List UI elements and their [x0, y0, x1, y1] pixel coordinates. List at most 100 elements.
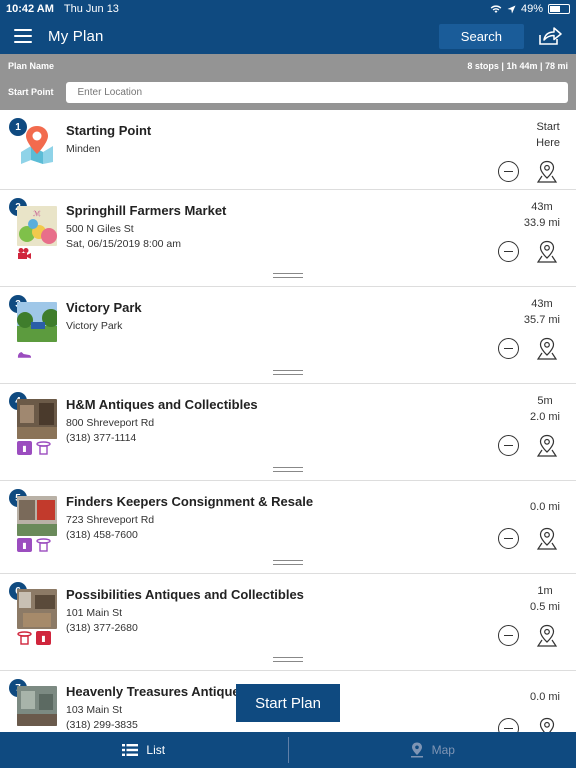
- map-pin-icon[interactable]: [536, 434, 558, 458]
- travel-time: 43m: [531, 201, 553, 213]
- stop-name: Victory Park: [66, 300, 142, 315]
- drag-handle[interactable]: [273, 273, 303, 278]
- stop-distance: 43m 33.9 mi: [524, 199, 560, 231]
- svg-text:ℳ: ℳ: [33, 210, 41, 218]
- stop-detail: Minden: [66, 143, 101, 155]
- park-photo: [17, 302, 57, 342]
- stop-address: 103 Main St: [66, 704, 123, 716]
- plan-info-bar: Plan Name 8 stops | 1h 44m | 78 mi Start…: [0, 54, 576, 110]
- travel-time: 43m: [531, 298, 553, 310]
- start-location-input[interactable]: [65, 81, 568, 103]
- shopping-bag-icon: ▮: [17, 441, 32, 455]
- stop-distance: 5m 2.0 mi: [530, 393, 560, 425]
- map-pin-icon[interactable]: [536, 337, 558, 361]
- location-arrow-icon: [507, 5, 516, 13]
- map-pin-icon[interactable]: [536, 160, 558, 184]
- stop-distance: 43m 35.7 mi: [524, 296, 560, 328]
- travel-distance: 0.0 mi: [530, 501, 560, 513]
- stop-item[interactable]: 1 Starting Point Minden Start Here: [0, 110, 576, 190]
- sneaker-icon: [17, 347, 32, 361]
- shopping-bag-icon: ▮: [36, 631, 51, 645]
- start-plan-button[interactable]: Start Plan: [236, 684, 340, 722]
- hamburger-menu-icon[interactable]: [14, 29, 32, 43]
- remove-stop-button[interactable]: [498, 241, 519, 262]
- drag-handle[interactable]: [273, 370, 303, 375]
- stop-name: Heavenly Treasures Antiques: [66, 684, 247, 699]
- drag-handle[interactable]: [273, 657, 303, 662]
- stop-distance: 0.0 mi: [530, 689, 560, 705]
- map-pin-icon[interactable]: [536, 527, 558, 551]
- map-location-icon: [21, 126, 53, 164]
- stop-name: H&M Antiques and Collectibles: [66, 397, 258, 412]
- stop-item[interactable]: 3 Victory Park Victory Park 43m 35.7 mi: [0, 287, 576, 384]
- battery-fill: [550, 6, 560, 12]
- start-point-label: Start Point: [8, 87, 54, 97]
- category-icons: [17, 247, 32, 261]
- video-camera-icon: [17, 247, 32, 261]
- map-pin-icon[interactable]: [536, 624, 558, 648]
- category-icons: ▮: [17, 538, 51, 552]
- tab-map-label: Map: [431, 743, 455, 757]
- tab-map[interactable]: Map: [289, 732, 576, 768]
- travel-time: 5m: [537, 395, 553, 407]
- map-pin-icon[interactable]: [536, 240, 558, 264]
- status-right: 49%: [490, 3, 570, 15]
- travel-distance: 0.0 mi: [530, 691, 560, 703]
- drag-handle[interactable]: [273, 560, 303, 565]
- treasures-store-photo: [17, 686, 57, 726]
- stop-item[interactable]: 5 ▮ Finders Keepers Consignment & Resale…: [0, 481, 576, 574]
- vintage-ring-icon: [17, 631, 32, 645]
- stop-phone: (318) 377-2680: [66, 622, 138, 634]
- stops-list[interactable]: 1 Starting Point Minden Start Here 2 ℳ: [0, 110, 576, 732]
- plan-name-label: Plan Name: [8, 61, 55, 71]
- tab-list[interactable]: List: [0, 732, 288, 768]
- stop-phone: (318) 458-7600: [66, 529, 138, 541]
- antiques-store-photo: [17, 399, 57, 439]
- stop-address: Victory Park: [66, 320, 123, 332]
- stop-name: Springhill Farmers Market: [66, 203, 227, 218]
- remove-stop-button[interactable]: [498, 435, 519, 456]
- stop-item[interactable]: 4 ▮ H&M Antiques and Collectibles 800 Sh…: [0, 384, 576, 481]
- top-nav-bar: My Plan Search: [0, 18, 576, 54]
- battery-percent: 49%: [520, 3, 543, 15]
- remove-stop-button[interactable]: [498, 528, 519, 549]
- stop-phone: (318) 377-1114: [66, 432, 137, 444]
- stop-address: 800 Shreveport Rd: [66, 417, 155, 429]
- stop-distance: Start Here: [536, 119, 560, 151]
- remove-stop-button[interactable]: [498, 625, 519, 646]
- stop-phone: (318) 299-3835: [66, 719, 138, 731]
- drag-handle[interactable]: [273, 467, 303, 472]
- remove-stop-button[interactable]: [498, 338, 519, 359]
- vintage-ring-icon: [36, 441, 51, 455]
- map-pin-icon: [410, 742, 423, 758]
- stop-name: Possibilities Antiques and Collectibles: [66, 587, 304, 602]
- map-pin-icon[interactable]: [536, 717, 558, 732]
- stop-name: Finders Keepers Consignment & Resale: [66, 494, 314, 509]
- category-icons: ▮: [17, 631, 51, 645]
- search-button[interactable]: Search: [438, 23, 524, 49]
- remove-stop-button[interactable]: [498, 161, 519, 182]
- stop-name: Starting Point: [66, 123, 152, 138]
- stop-item[interactable]: 6 ▮ Possibilities Antiques and Collectib…: [0, 574, 576, 671]
- share-icon[interactable]: [538, 26, 562, 46]
- status-bar: 10:42 AM Thu Jun 13 49%: [0, 0, 576, 18]
- travel-distance: 2.0 mi: [530, 411, 560, 423]
- travel-time: Start: [536, 121, 560, 133]
- antiques-shop-photo: [17, 589, 57, 629]
- travel-distance: 35.7 mi: [523, 314, 560, 326]
- travel-distance: Here: [536, 137, 560, 149]
- bottom-tab-bar: List Map: [0, 732, 576, 768]
- stop-address: 500 N Giles St: [66, 223, 134, 235]
- farmers-market-photo: ℳ: [17, 206, 57, 246]
- wifi-icon: [490, 5, 502, 13]
- stop-datetime: Sat, 06/15/2019 8:00 am: [66, 238, 182, 250]
- stop-address: 101 Main St: [66, 607, 123, 619]
- tab-list-label: List: [146, 743, 166, 757]
- status-date: Thu Jun 13: [63, 3, 119, 15]
- remove-stop-button[interactable]: [498, 718, 519, 732]
- category-icons: ▮: [17, 441, 51, 455]
- stop-address: 723 Shreveport Rd: [66, 514, 155, 526]
- page-title: My Plan: [48, 27, 104, 45]
- shopping-bag-icon: ▮: [17, 538, 32, 552]
- stop-item[interactable]: 2 ℳ Springhill Farmers Market 500 N Gile…: [0, 190, 576, 287]
